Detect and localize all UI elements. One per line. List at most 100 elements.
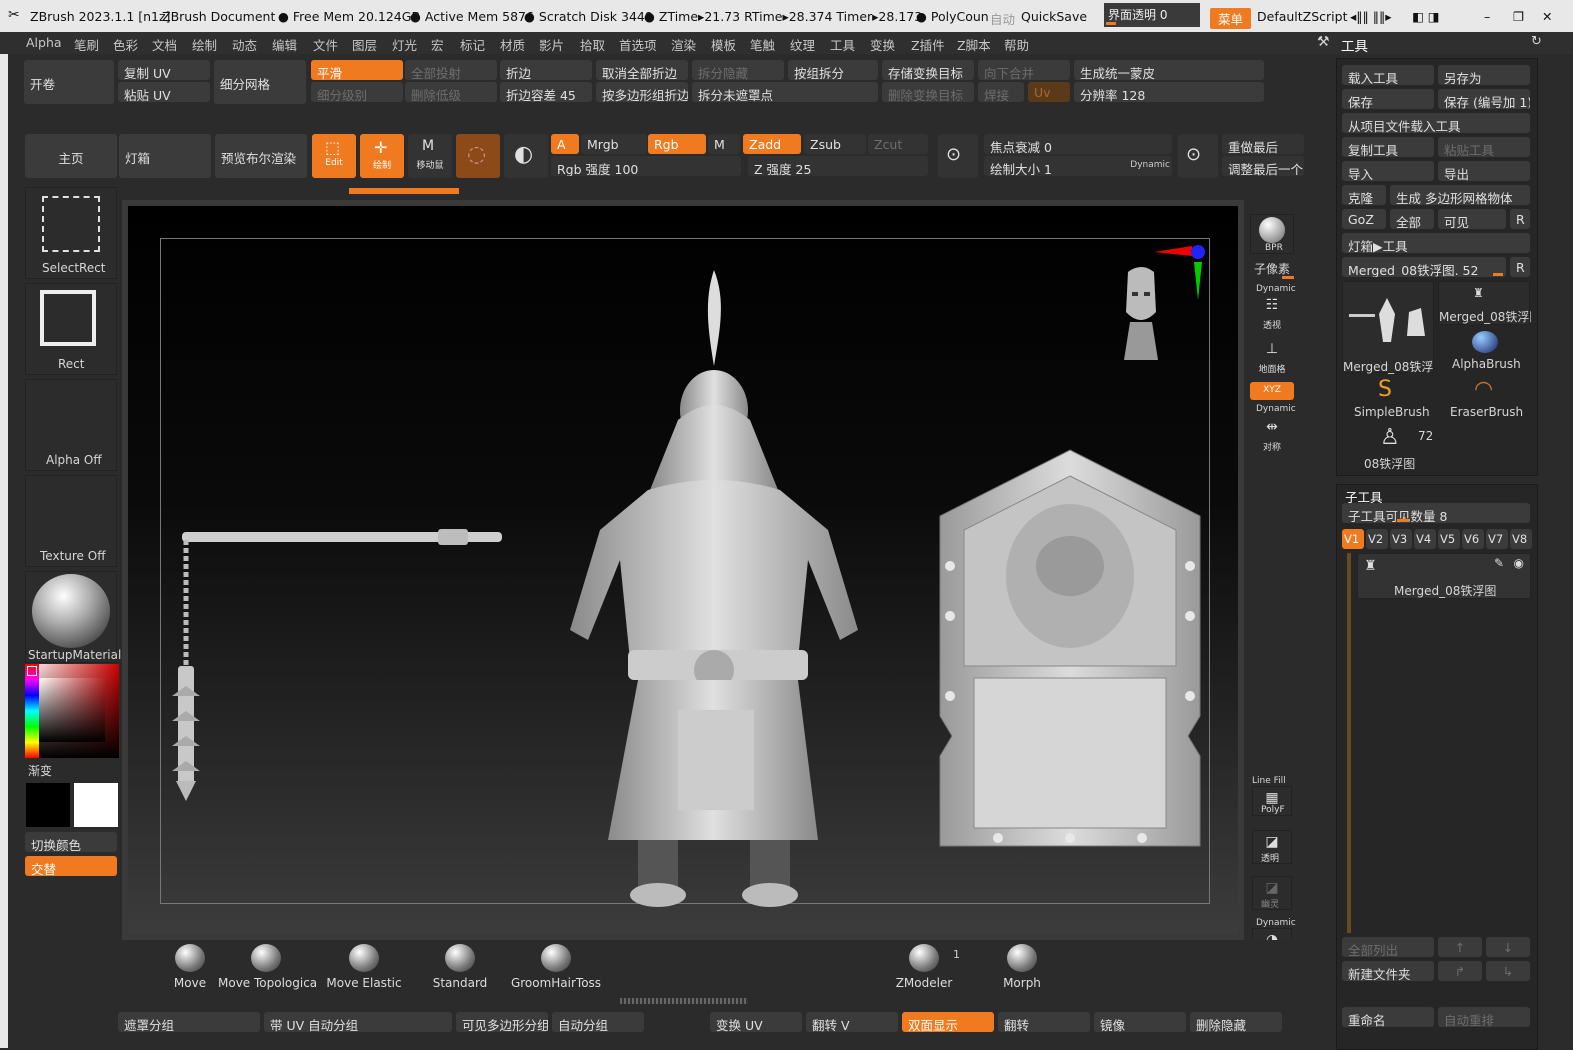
rgb-intensity-slider[interactable]: Rgb 强度 100 [551,156,741,176]
auto-reorder-button[interactable]: 自动重排 [1438,1007,1530,1027]
menu-14[interactable]: 拾取 [580,35,605,54]
move-mode-button[interactable]: M 移动鼠 [408,134,452,178]
crease-pg-button[interactable]: 按多边形组折边 [596,82,688,102]
brush-item[interactable]: Morph [974,942,1070,998]
list-all-button[interactable]: 全部列出 [1342,937,1434,957]
lazy-mouse-button[interactable]: ⊙ [1178,134,1218,178]
copy-tool-button[interactable]: 复制工具 [1342,137,1434,157]
uncrease-all-button[interactable]: 取消全部折边 [596,60,688,80]
menu-6[interactable]: 编辑 [272,35,297,54]
redo-last-button[interactable]: 重做最后 [1222,134,1304,154]
new-folder-button[interactable]: 新建文件夹 [1342,961,1434,981]
menu-0[interactable]: Alpha [26,35,62,50]
current-tool-r-button[interactable]: R [1510,257,1530,277]
layout-arrows-icon[interactable]: ◂‖‖ ‖‖▸ [1350,9,1392,24]
delete-morph-button[interactable]: 删除变换目标 [882,82,974,102]
transparency-button[interactable]: ◪ 透明 [1252,830,1292,864]
edit-mode-button[interactable]: ⬚ Edit [312,134,356,178]
version-8-button[interactable]: V8 [1510,529,1532,549]
merge-down-button[interactable]: 向下合并 [978,60,1070,80]
paste-tool-button[interactable]: 粘贴工具 [1438,137,1530,157]
menu-7[interactable]: 文件 [313,35,338,54]
current-tool-slider[interactable]: Merged_08铁浮图. 52 [1342,257,1506,277]
menu-17[interactable]: 模板 [711,35,736,54]
adjust-last-button[interactable]: 调整最后一个 [1222,156,1304,176]
store-morph-button[interactable]: 存储变换目标 [882,60,974,80]
folder-move-icon[interactable]: ↱ [1438,961,1482,981]
rect-stroke[interactable]: Rect [25,283,117,375]
brush-item[interactable]: Move Topologica [218,942,317,998]
floor-button[interactable]: ⊥ 地面格 [1254,338,1290,375]
navigation-head-icon[interactable] [1118,264,1164,364]
alternate-button[interactable]: 交替 [25,856,117,876]
crease-button[interactable]: 折边 [500,60,592,80]
menu-4[interactable]: 绘制 [192,35,217,54]
subpixel-label[interactable]: 子像素 [1254,260,1290,277]
focal-shift-slider[interactable]: 焦点衰减 0 [984,134,1172,154]
subtool-eye-icon[interactable]: ◉ [1514,556,1524,570]
tool-thumb-merged-1[interactable]: Merged_08铁浮图 [1342,281,1434,374]
flip-v-button[interactable]: 翻转 V [806,1012,898,1032]
shield-model-icon[interactable] [938,446,1202,856]
version-1-button[interactable]: V1 [1342,529,1364,549]
scale-mode-button[interactable]: ◌ [456,134,500,178]
menu-11[interactable]: 标记 [460,35,485,54]
switch-color-button[interactable]: 切换颜色 [25,832,117,852]
menu-button[interactable]: 菜单 [1210,8,1252,29]
weld-button[interactable]: 焊接 [978,82,1024,102]
color-picker[interactable] [25,664,119,758]
bpr-preview-button[interactable]: 预览布尔渲染 [215,134,307,178]
version-4-button[interactable]: V4 [1414,529,1436,549]
rgb-toggle[interactable]: Rgb [648,134,706,154]
open-button[interactable]: 开卷 [24,60,114,104]
rotate-mode-button[interactable]: ◐ [504,134,548,178]
lightbox-button[interactable]: 灯箱 [119,134,211,178]
resolution-slider[interactable]: 分辨率 128 [1074,82,1264,102]
window-layout-icon[interactable]: ◧ ◨ [1412,9,1440,24]
material-selector[interactable]: StartupMaterial [25,571,121,663]
subtool-visible-count-slider[interactable]: 子工具可见数量 8 [1342,503,1530,523]
tool-thumb-eraserbrush[interactable]: ◠ EraserBrush [1438,377,1530,421]
save-increment-button[interactable]: 保存 (编号加 1) [1438,89,1530,109]
perspective-button[interactable]: ☷ 透视 [1254,294,1290,331]
mirror-button[interactable]: 镜像 [1094,1012,1186,1032]
tool-thumb-merged-2[interactable]: ♜ Merged_08铁浮图 [1438,281,1531,325]
split-unmasked-button[interactable]: 拆分未遮罩点 [692,82,878,102]
menu-19[interactable]: 纹理 [790,35,815,54]
subpixel-slider[interactable] [1282,276,1294,279]
menu-10[interactable]: 宏 [431,35,444,54]
document-canvas[interactable] [128,206,1238,934]
a-toggle[interactable]: A [551,134,579,154]
version-7-button[interactable]: V7 [1486,529,1508,549]
save-as-button[interactable]: 另存为 [1438,65,1530,85]
hue-strip[interactable] [25,664,39,758]
stroke-settings-button[interactable]: ⊙ [938,134,978,178]
texture-selector[interactable]: Texture Off [25,475,117,567]
double-sided-toggle[interactable]: 双面显示 [902,1012,994,1032]
subtool-scrollbar[interactable] [1347,553,1351,933]
mrgb-toggle[interactable]: Mrgb [581,134,647,154]
crease-tolerance-slider[interactable]: 折边容差 45 [500,82,592,102]
m-toggle[interactable]: M [708,134,740,154]
primary-color-swatch[interactable] [74,783,118,827]
subdivide-mesh-button[interactable]: 细分网格 [214,60,306,104]
menu-24[interactable]: 帮助 [1004,35,1029,54]
warrior-model-icon[interactable] [528,270,908,910]
goz-r-button[interactable]: R [1510,209,1530,229]
version-2-button[interactable]: V2 [1366,529,1388,549]
menu-9[interactable]: 灯光 [392,35,417,54]
save-button[interactable]: 保存 [1342,89,1434,109]
move-down-button[interactable]: ↓ [1486,937,1530,957]
menu-18[interactable]: 笔触 [750,35,775,54]
menu-16[interactable]: 渲染 [671,35,696,54]
visible-polygroups-button[interactable]: 可见多边形分组 [456,1012,548,1032]
project-all-button[interactable]: 全部投射 [405,60,497,80]
zcut-toggle[interactable]: Zcut [868,134,928,154]
brush-item[interactable]: ZModeler 1 [876,942,972,998]
default-zscript[interactable]: DefaultZScript [1257,9,1348,24]
bpr-button[interactable]: BPR [1250,214,1294,254]
uv-groups-button[interactable]: 带 UV 自动分组 [264,1012,452,1032]
paste-uv-button[interactable]: 粘贴 UV [118,82,210,102]
ui-transparency-slider[interactable]: 界面透明 0 [1104,3,1200,27]
groups-split-button[interactable]: 按组拆分 [788,60,878,80]
